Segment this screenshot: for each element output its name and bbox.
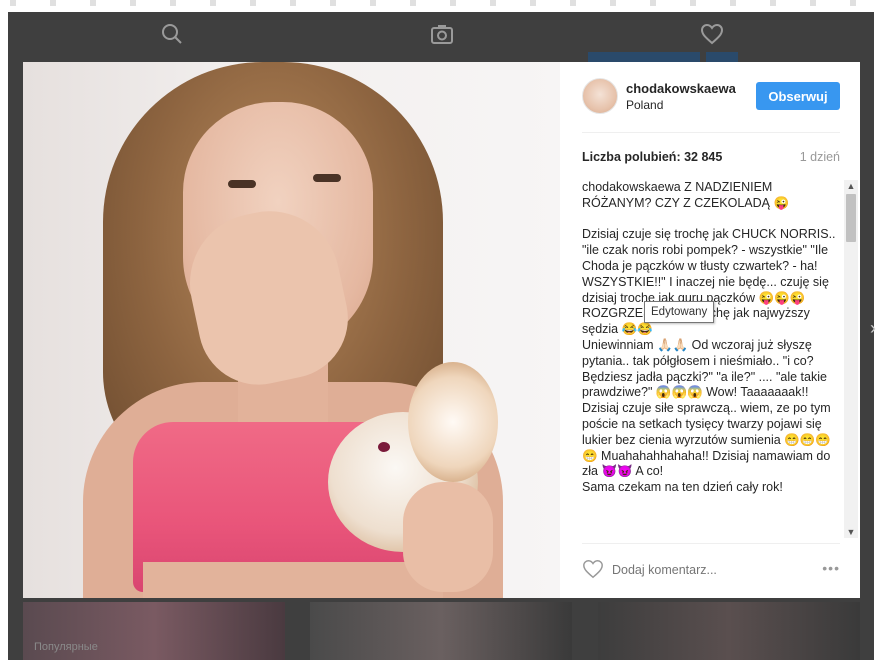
likes-count[interactable]: Liczba polubień: 32 845 <box>582 150 722 164</box>
post-timestamp[interactable]: 1 dzień <box>800 150 840 164</box>
edited-tooltip: Edytowany <box>644 301 715 323</box>
avatar[interactable] <box>582 78 618 114</box>
scrollbar-thumb[interactable] <box>846 194 856 242</box>
photo-belly <box>143 562 443 598</box>
photo-eye <box>313 174 341 182</box>
caption-scrollbar[interactable]: ▲ ▼ <box>844 180 858 538</box>
caption-text: Z NADZIENIEM RÓŻANYM? CZY Z CZEKOLADĄ 😜 … <box>582 180 836 495</box>
post-header: chodakowskaewa Poland Obserwuj <box>560 62 860 132</box>
caption-username[interactable]: chodakowskaewa <box>582 180 681 194</box>
scroll-up-icon[interactable]: ▲ <box>844 180 858 192</box>
camera-icon[interactable] <box>430 22 454 46</box>
scroll-down-icon[interactable]: ▼ <box>844 526 858 538</box>
like-heart-icon[interactable] <box>582 558 604 580</box>
background-footer-text: Популярные <box>34 641 98 653</box>
photo-donut <box>408 362 498 482</box>
more-options-icon[interactable]: ••• <box>822 560 840 576</box>
divider <box>582 132 840 133</box>
location-link[interactable]: Poland <box>626 98 663 112</box>
follow-button[interactable]: Obserwuj <box>756 82 840 110</box>
comment-input[interactable] <box>612 561 792 579</box>
background-thumbnail[interactable] <box>598 602 860 660</box>
photo-hand <box>403 482 493 592</box>
top-strip-dots <box>10 0 872 6</box>
post-modal: chodakowskaewa Poland Obserwuj Liczba po… <box>23 62 860 598</box>
likes-row: Liczba polubień: 32 845 1 dzień <box>582 150 840 166</box>
photo-eye <box>228 180 256 188</box>
comment-row: ••• <box>582 558 840 582</box>
post-caption: chodakowskaewa Z NADZIENIEM RÓŻANYM? CZY… <box>582 180 840 538</box>
username-link[interactable]: chodakowskaewa <box>626 81 736 96</box>
next-post-arrow-icon[interactable]: › <box>870 318 882 338</box>
post-side-panel: chodakowskaewa Poland Obserwuj Liczba po… <box>560 62 860 598</box>
post-photo[interactable] <box>23 62 560 598</box>
heart-icon[interactable] <box>700 22 724 46</box>
background-thumbnail[interactable] <box>310 602 572 660</box>
divider <box>582 543 840 544</box>
page-top-strip <box>0 0 882 12</box>
photo-donut-filling <box>378 442 390 452</box>
search-icon[interactable] <box>160 22 184 46</box>
